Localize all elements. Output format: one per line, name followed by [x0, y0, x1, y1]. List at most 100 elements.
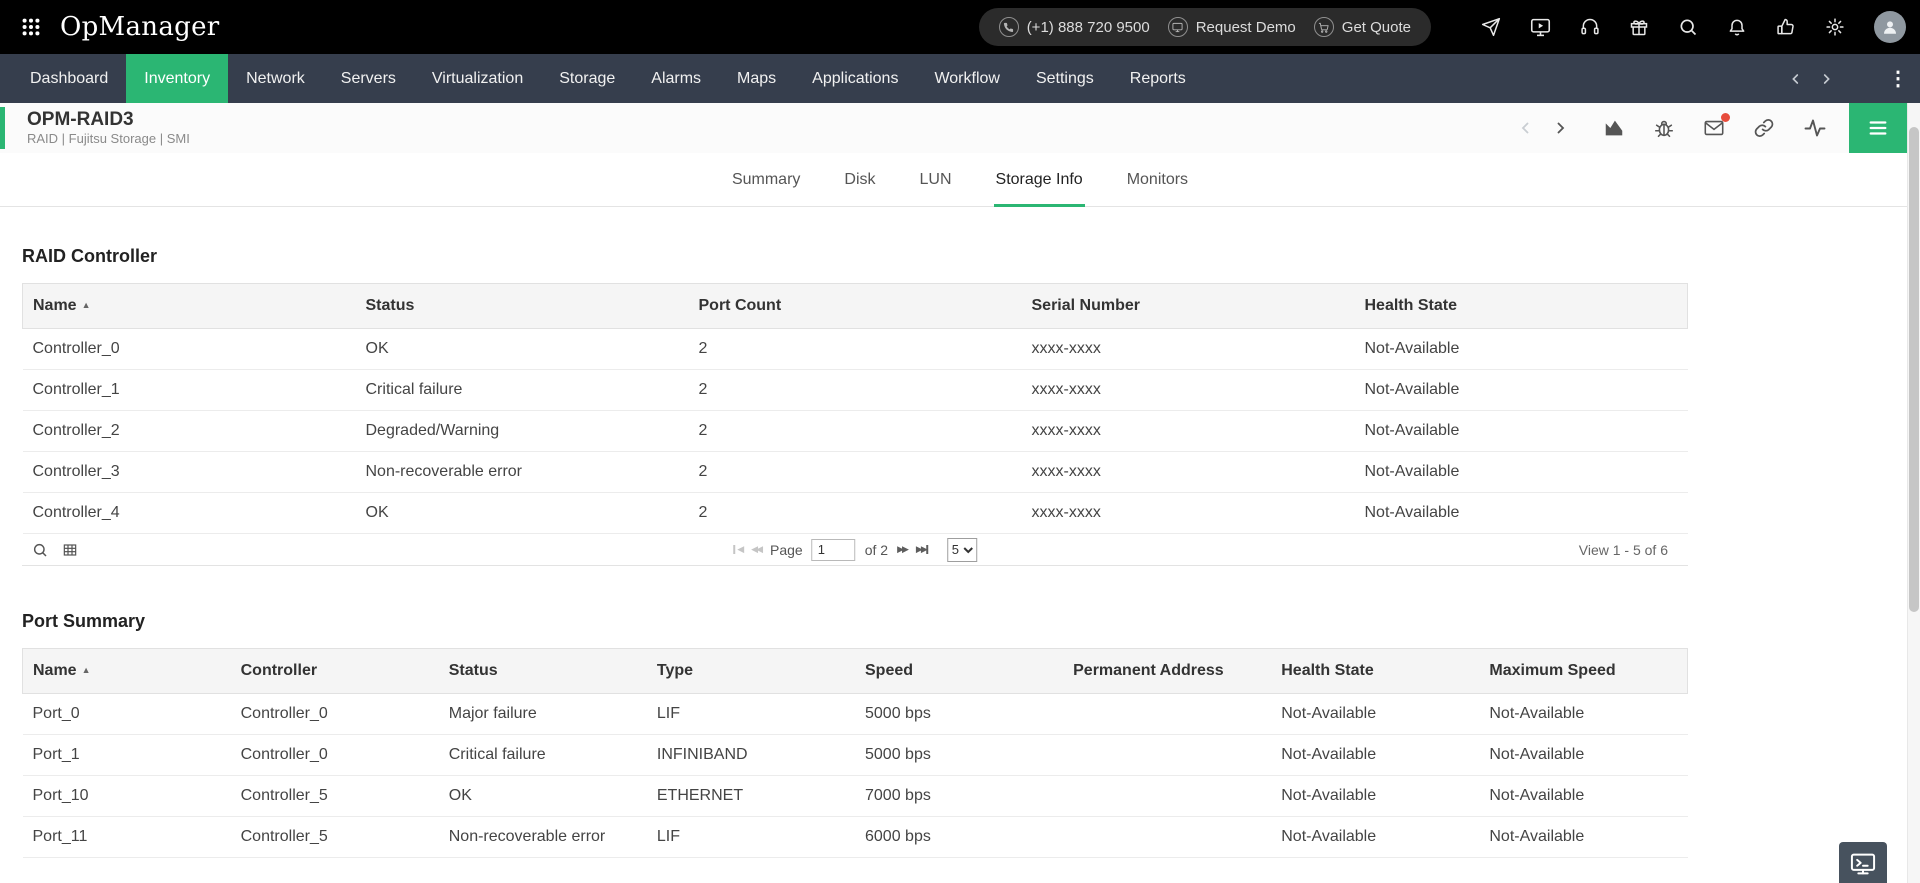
cell-port-count: 2 [689, 329, 1022, 370]
nav-scroll-right-icon[interactable] [1818, 71, 1834, 87]
activity-icon[interactable] [1803, 116, 1827, 140]
bell-icon[interactable] [1727, 17, 1747, 37]
raid-table-footer: ◀ ◀◀ Page of 2 ▶▶ ▶▶ 5 View 1 - 5 of 6 [22, 534, 1688, 566]
column-header-health-state[interactable]: Health State [1355, 284, 1688, 329]
request-demo-link[interactable]: Request Demo [1168, 17, 1296, 37]
cell-status: Non-recoverable error [439, 817, 647, 858]
table-row: Controller_0 OK 2 xxxx-xxxx Not-Availabl… [23, 329, 1688, 370]
raid-header-row: Name▲ Status Port Count Serial Number He… [23, 284, 1688, 329]
cell-serial-number: xxxx-xxxx [1022, 493, 1355, 534]
cell-speed: 5000 bps [855, 694, 1063, 735]
paper-plane-icon[interactable] [1481, 17, 1501, 37]
port-summary-title: Port Summary [22, 610, 1920, 632]
column-header-status[interactable]: Status [439, 649, 647, 694]
device-actions [1517, 116, 1849, 140]
mail-icon[interactable] [1703, 117, 1725, 139]
column-header-type[interactable]: Type [647, 649, 855, 694]
column-header-speed[interactable]: Speed [855, 649, 1063, 694]
next-page-icon[interactable]: ▶▶ [897, 545, 907, 554]
cell-permanent-address [1063, 776, 1271, 817]
gift-icon[interactable] [1629, 17, 1649, 37]
port-header-row: Name▲ Controller Status Type Speed Perma… [23, 649, 1688, 694]
device-name: OPM-RAID3 [27, 109, 190, 131]
nav-item-inventory[interactable]: Inventory [126, 54, 228, 103]
bug-icon[interactable] [1653, 117, 1675, 139]
cell-name: Port_1 [23, 735, 231, 776]
cell-type: INFINIBAND [647, 735, 855, 776]
nav-item-maps[interactable]: Maps [719, 54, 794, 103]
column-header-serial-number[interactable]: Serial Number [1022, 284, 1355, 329]
column-header-name[interactable]: Name▲ [23, 649, 231, 694]
hamburger-icon [1867, 117, 1889, 139]
cell-port-count: 2 [689, 370, 1022, 411]
nav-item-storage[interactable]: Storage [541, 54, 633, 103]
view-range-label: View 1 - 5 of 6 [1579, 542, 1678, 558]
headset-icon[interactable] [1580, 17, 1600, 37]
next-device-icon[interactable] [1551, 119, 1569, 137]
cell-controller: Controller_5 [231, 817, 439, 858]
table-grid-view-icon[interactable] [62, 542, 78, 558]
page-number-input[interactable] [812, 539, 856, 561]
sort-asc-icon: ▲ [82, 665, 91, 675]
nav-item-workflow[interactable]: Workflow [916, 54, 1018, 103]
scrollbar [1907, 103, 1920, 883]
performance-chart-icon[interactable] [1603, 117, 1625, 139]
screen-share-icon[interactable] [1530, 17, 1551, 38]
prev-page-icon[interactable]: ◀◀ [751, 545, 761, 554]
phone-contact[interactable]: (+1) 888 720 9500 [999, 17, 1150, 37]
tab-summary[interactable]: Summary [730, 153, 802, 206]
nav-item-dashboard[interactable]: Dashboard [12, 54, 126, 103]
raid-table-body: Controller_0 OK 2 xxxx-xxxx Not-Availabl… [23, 329, 1688, 534]
column-header-controller[interactable]: Controller [231, 649, 439, 694]
user-avatar[interactable] [1874, 11, 1906, 43]
device-menu-button[interactable] [1849, 103, 1907, 153]
link-icon[interactable] [1753, 117, 1775, 139]
page-label: Page [770, 542, 803, 558]
page-size-select[interactable]: 5 [947, 538, 977, 562]
nav-item-applications[interactable]: Applications [794, 54, 916, 103]
cell-status: Degraded/Warning [356, 411, 689, 452]
cell-status: Critical failure [439, 735, 647, 776]
column-header-permanent-address[interactable]: Permanent Address [1063, 649, 1271, 694]
nav-scroll-controls [1788, 71, 1834, 87]
column-header-maximum-speed[interactable]: Maximum Speed [1479, 649, 1687, 694]
first-page-icon[interactable]: ◀ [733, 545, 742, 554]
remote-console-button[interactable] [1839, 842, 1887, 883]
cell-status: Major failure [439, 694, 647, 735]
nav-item-reports[interactable]: Reports [1112, 54, 1204, 103]
nav-scroll-left-icon[interactable] [1788, 71, 1804, 87]
phone-number: (+1) 888 720 9500 [1027, 19, 1150, 36]
cell-name: Port_0 [23, 694, 231, 735]
table-search-icon[interactable] [32, 542, 48, 558]
cell-speed: 6000 bps [855, 817, 1063, 858]
cell-health-state: Not-Available [1271, 776, 1479, 817]
nav-item-servers[interactable]: Servers [323, 54, 414, 103]
prev-device-icon[interactable] [1517, 119, 1535, 137]
nav-item-settings[interactable]: Settings [1018, 54, 1112, 103]
device-status-bar [0, 107, 5, 149]
column-header-status[interactable]: Status [356, 284, 689, 329]
gear-icon[interactable] [1825, 17, 1845, 37]
get-quote-link[interactable]: Get Quote [1314, 17, 1411, 37]
nav-item-network[interactable]: Network [228, 54, 323, 103]
column-header-port-count[interactable]: Port Count [689, 284, 1022, 329]
apps-grid-icon[interactable] [20, 16, 42, 38]
column-header-name[interactable]: Name▲ [23, 284, 356, 329]
tab-monitors[interactable]: Monitors [1125, 153, 1190, 206]
tab-disk[interactable]: Disk [842, 153, 877, 206]
page-content: RAID Controller Name▲ Status Port Count … [0, 245, 1920, 858]
cell-name: Port_11 [23, 817, 231, 858]
last-page-icon[interactable]: ▶▶ [916, 545, 928, 554]
search-icon[interactable] [1678, 17, 1698, 37]
column-header-health-state[interactable]: Health State [1271, 649, 1479, 694]
tab-lun[interactable]: LUN [918, 153, 954, 206]
nav-overflow-icon[interactable]: ⋮ [1882, 66, 1914, 91]
cell-permanent-address [1063, 817, 1271, 858]
tab-storage-info[interactable]: Storage Info [994, 153, 1085, 206]
scrollbar-thumb[interactable] [1909, 127, 1919, 612]
cell-speed: 7000 bps [855, 776, 1063, 817]
nav-item-virtualization[interactable]: Virtualization [414, 54, 541, 103]
thumbs-up-icon[interactable] [1776, 17, 1796, 37]
phone-icon [999, 17, 1019, 37]
nav-item-alarms[interactable]: Alarms [633, 54, 719, 103]
